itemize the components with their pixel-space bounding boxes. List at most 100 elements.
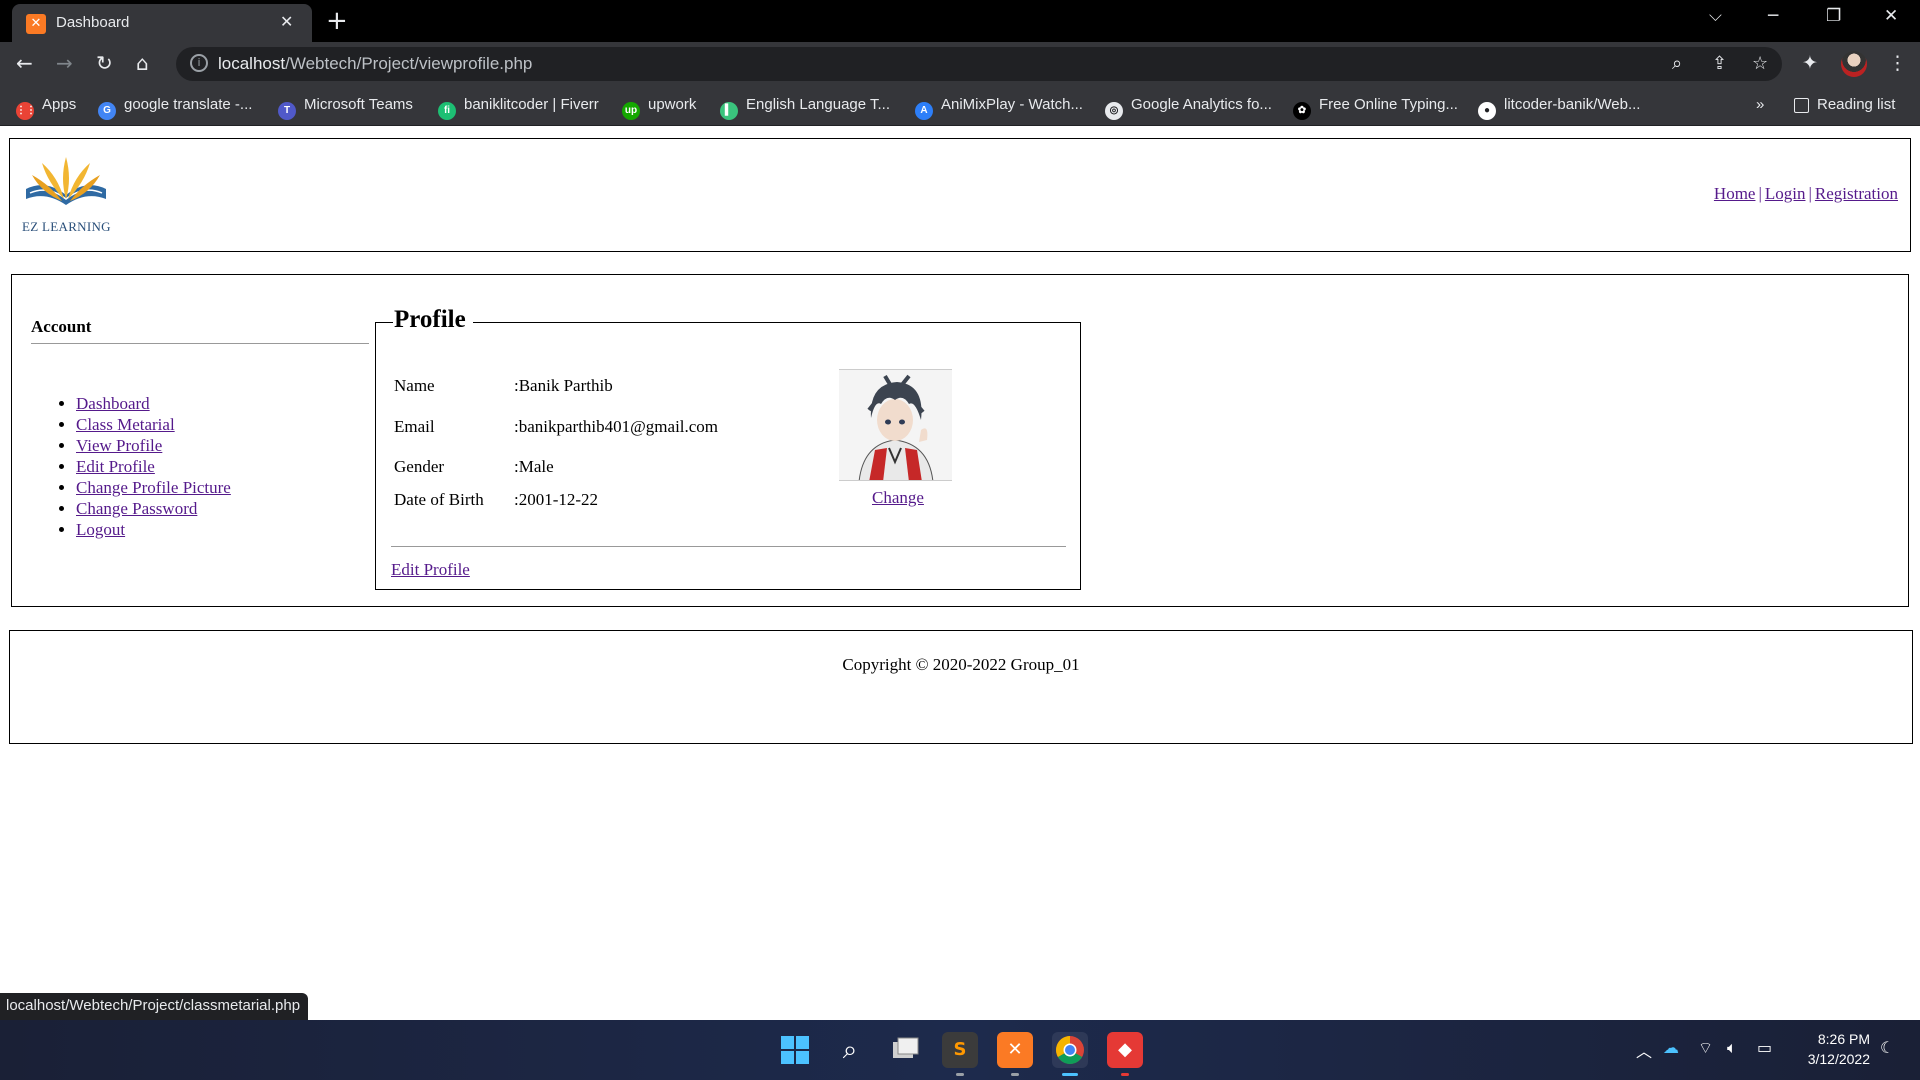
nav-login-link[interactable]: Login [1765,184,1806,203]
nav-registration-link[interactable]: Registration [1815,184,1898,203]
menu-kebab-icon[interactable]: ⋮ [1888,52,1907,74]
anydesk-icon[interactable]: ◆ [1107,1032,1143,1068]
bookmark-label: baniklitcoder | Fiverr [464,96,599,113]
bookmark-item[interactable]: ● litcoder-banik/Web... [1478,96,1640,120]
change-profile-picture-link[interactable]: Change Profile Picture [76,478,231,497]
change-picture-link[interactable]: Change [872,488,924,508]
profile-value: :Male [514,457,554,476]
account-sidebar: Account Dashboard Class Metarial View Pr… [31,317,369,540]
bookmark-item[interactable]: Ggoogle translate -... [98,96,252,120]
bookmark-item[interactable]: ◎ Google Analytics fo... [1105,96,1272,120]
change-password-link[interactable]: Change Password [76,499,197,518]
tab-search-icon[interactable]: ⌵ [1709,6,1722,26]
sublime-text-icon[interactable]: S [942,1032,978,1068]
copyright-text: Copyright © 2020-2022 Group_01 [842,655,1080,674]
nav-home-link[interactable]: Home [1714,184,1756,203]
windows-taskbar: ⌕ S ✕ ◆ ︿ ☁ ⌔ 🔈︎ ▭ 8:26 PM 3/12/2022 ☾ [0,1020,1920,1080]
dashboard-link[interactable]: Dashboard [76,394,150,413]
clock-time: 8:26 PM [1817,1031,1870,1047]
show-hidden-icons-chevron-icon[interactable]: ︿ [1636,1038,1652,1062]
edit-profile-sidebar-link[interactable]: Edit Profile [76,457,155,476]
bookmarks-bar: » Reading list ⋮⋮ Apps Ggoogle translate -… [0,86,1920,126]
zoom-icon[interactable]: ⌕ [1672,53,1682,74]
logout-link[interactable]: Logout [76,520,125,539]
home-icon[interactable]: ⌂ [136,51,149,75]
clock-date: 3/12/2022 [1807,1051,1870,1067]
profile-value: :banikparthib401@gmail.com [514,417,719,436]
fieldset-border [473,322,1081,323]
ez-learning-logo: EZ LEARNING [20,149,112,241]
analytics-icon: ◎ [1105,102,1123,120]
logo-wordmark: EZ LEARNING [22,219,111,234]
bookmark-star-icon[interactable]: ☆ [1752,53,1768,74]
new-tab-button[interactable]: + [326,6,348,36]
volume-icon[interactable]: 🔈︎ [1727,1038,1737,1058]
bookmark-item[interactable]: ✿ Free Online Typing... [1293,96,1458,120]
fiverr-icon: fi [438,102,456,120]
sidebar-item-class-metarial: Class Metarial [76,414,369,435]
forward-button[interactable]: → [56,51,73,75]
bookmark-label: litcoder-banik/Web... [1504,96,1641,113]
bookmark-item[interactable]: ⋮⋮ Apps [16,96,76,120]
bookmark-item[interactable]: ▍ English Language T... [720,96,890,120]
paw-icon: ✿ [1293,102,1311,120]
nav-separator: | [1758,184,1762,203]
search-icon[interactable]: ⌕ [832,1032,868,1068]
address-bar[interactable]: i localhost/Webtech/Project/viewprofile.… [176,47,1782,81]
english-icon: ▍ [720,102,738,120]
xampp-icon[interactable]: ✕ [997,1032,1033,1068]
profile-label: Gender [394,457,445,476]
sidebar-item-edit-profile: Edit Profile [76,456,369,477]
running-indicator [1121,1073,1129,1076]
address-bar-url[interactable]: localhost/Webtech/Project/viewprofile.ph… [218,54,532,74]
wifi-icon[interactable]: ⌔ [1698,1038,1713,1058]
sidebar-item-change-password: Change Password [76,498,369,519]
restore-button[interactable]: ❐ [1826,6,1841,26]
tab-title: Dashboard [56,14,130,31]
share-icon[interactable]: ⇪ [1712,53,1727,74]
view-profile-link[interactable]: View Profile [76,436,162,455]
more-bookmarks-button[interactable]: » [1756,96,1764,113]
bookmark-label: Free Online Typing... [1319,96,1458,113]
battery-icon[interactable]: ▭ [1757,1038,1772,1057]
profile-label: Date of Birth [394,490,484,509]
bookmark-label: Microsoft Teams [304,96,413,113]
onedrive-cloud-icon[interactable]: ☁ [1663,1038,1679,1057]
task-view-icon[interactable] [887,1032,923,1068]
profile-value: :2001-12-22 [514,490,599,509]
link-status-bubble: localhost/Webtech/Project/classmetarial.… [0,993,309,1020]
browser-tab-dashboard[interactable]: ✕ Dashboard ✕ [12,4,312,42]
profile-avatar-icon[interactable] [1841,51,1867,77]
extensions-puzzle-icon[interactable]: ✦ [1802,52,1818,74]
system-clock[interactable]: 8:26 PM 3/12/2022 [1790,1029,1870,1069]
bookmark-item[interactable]: A AniMixPlay - Watch... [915,96,1083,120]
bookmark-label: Apps [42,96,77,113]
reload-button[interactable]: ↻ [96,51,113,75]
tab-close-icon[interactable]: ✕ [280,12,293,31]
edit-profile-link[interactable]: Edit Profile [391,560,470,580]
main-content: Account Dashboard Class Metarial View Pr… [11,274,1909,607]
class-metarial-link[interactable]: Class Metarial [76,415,175,434]
reading-list-button[interactable]: Reading list [1794,96,1895,113]
sidebar-item-change-profile-picture: Change Profile Picture [76,477,369,498]
bookmark-item[interactable]: T Microsoft Teams [278,96,413,120]
bookmark-label: google translate -... [124,96,253,113]
profile-legend: Profile [394,306,466,333]
active-indicator [1062,1073,1078,1076]
animixplay-icon: A [915,102,933,120]
google-icon: G [98,102,116,120]
bookmark-label: AniMixPlay - Watch... [941,96,1083,113]
start-windows-icon[interactable] [777,1032,813,1068]
minimize-button[interactable]: ─ [1768,6,1778,26]
sidebar-item-view-profile: View Profile [76,435,369,456]
focus-assist-moon-icon[interactable]: ☾ [1880,1038,1894,1057]
back-button[interactable]: ← [16,51,33,75]
site-info-icon[interactable]: i [190,54,208,72]
nav-separator: | [1808,184,1812,203]
close-window-button[interactable]: ✕ [1884,6,1898,26]
chrome-icon[interactable] [1052,1032,1088,1068]
bookmark-item[interactable]: up upwork [622,96,696,120]
github-icon: ● [1478,102,1496,120]
bookmark-item[interactable]: fi baniklitcoder | Fiverr [438,96,599,120]
running-indicator [1011,1073,1019,1076]
